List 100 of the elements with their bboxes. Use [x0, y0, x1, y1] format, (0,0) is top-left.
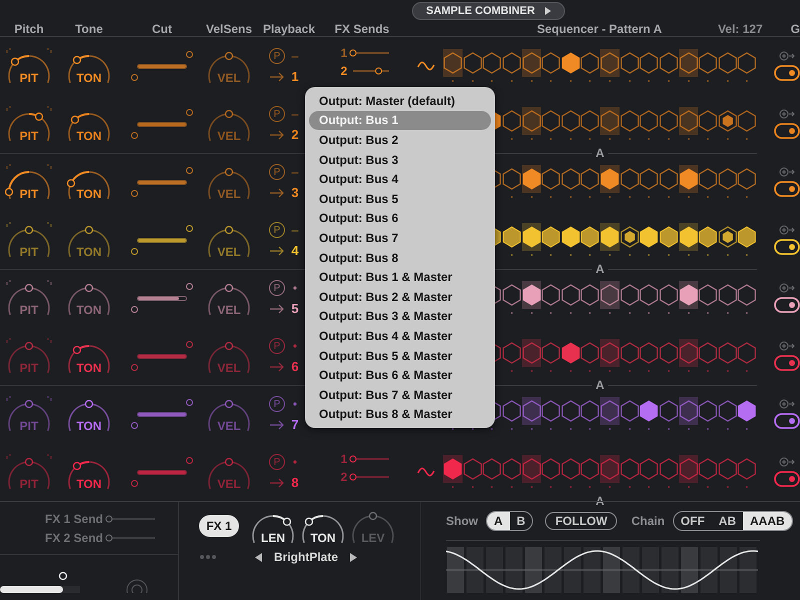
velocity-knob[interactable]: VEL	[205, 278, 253, 318]
tone-knob[interactable]: TON	[65, 104, 113, 144]
show-option[interactable]: A	[487, 512, 510, 530]
mode-indicator: •	[292, 455, 298, 469]
caret-icon	[544, 7, 551, 15]
cut-slider[interactable]	[131, 109, 193, 139]
arrow-icon	[269, 130, 285, 140]
previous-icon[interactable]	[255, 552, 262, 562]
menu-item[interactable]: Output: Bus 4 & Master	[309, 326, 491, 346]
send-slider[interactable]	[349, 454, 390, 464]
arrow-icon	[269, 304, 285, 314]
tone-knob[interactable]: TON	[65, 162, 113, 202]
menu-item[interactable]: Output: Bus 2	[309, 130, 491, 150]
sequencer-title: Sequencer - Pattern A	[537, 22, 662, 36]
menu-item[interactable]: Output: Bus 3 & Master	[309, 306, 491, 326]
cut-slider[interactable]	[131, 225, 193, 255]
target-icon[interactable]	[126, 579, 148, 593]
send-slider[interactable]	[349, 48, 390, 58]
fx-tab[interactable]: FX 1	[199, 515, 239, 537]
menu-item[interactable]: Output: Bus 7	[309, 228, 491, 248]
menu-item[interactable]: Output: Bus 6	[309, 208, 491, 228]
playback-mode-button[interactable]: P	[269, 222, 285, 238]
output-number[interactable]: 7	[291, 417, 299, 432]
arrow-icon	[269, 246, 285, 256]
toggle-switch[interactable]	[774, 181, 800, 197]
menu-item[interactable]: Output: Bus 6 & Master	[309, 365, 491, 385]
output-number[interactable]: 5	[291, 301, 299, 316]
tone-knob[interactable]: TON	[65, 220, 113, 260]
menu-item[interactable]: Output: Bus 5 & Master	[309, 346, 491, 366]
preset-name: BrightPlate	[274, 550, 338, 564]
plus-arrow-icon[interactable]	[779, 109, 795, 119]
send-slider[interactable]	[349, 472, 390, 482]
chain-toggle[interactable]: OFF AB AAAB	[672, 511, 793, 531]
cut-slider[interactable]	[131, 51, 193, 81]
tone-knob[interactable]: TON	[65, 46, 113, 86]
follow-button[interactable]: FOLLOW	[545, 512, 618, 530]
send-label: 1	[340, 452, 348, 466]
arrow-icon	[269, 420, 285, 430]
toggle-switch[interactable]	[774, 413, 800, 429]
cut-slider[interactable]	[131, 399, 193, 429]
fx-send-slider[interactable]	[105, 532, 155, 542]
menu-item[interactable]: Output: Bus 5	[309, 188, 491, 209]
menu-item[interactable]: Output: Bus 3	[309, 150, 491, 170]
plus-arrow-icon[interactable]	[779, 399, 795, 409]
plus-arrow-icon[interactable]	[779, 167, 795, 177]
velocity-knob[interactable]: VEL	[205, 220, 253, 260]
output-number[interactable]: 6	[291, 359, 299, 374]
velocity-readout: Vel: 127	[718, 22, 763, 36]
show-option[interactable]: B	[510, 512, 532, 530]
sample-combiner-button[interactable]: SAMPLE COMBINER	[412, 2, 565, 20]
chain-option[interactable]: OFF	[674, 512, 712, 530]
toggle-switch[interactable]	[774, 297, 800, 313]
output-number[interactable]: 3	[291, 185, 299, 200]
pitch-knob[interactable]: PIT	[5, 46, 53, 86]
menu-item[interactable]: Output: Bus 2 & Master	[309, 286, 491, 307]
toggle-switch[interactable]	[774, 471, 800, 487]
show-toggle[interactable]: A B	[486, 511, 534, 531]
plus-arrow-icon[interactable]	[779, 457, 795, 467]
fx-send-slider[interactable]	[105, 514, 155, 524]
toggle-switch[interactable]	[774, 65, 800, 81]
pitch-knob[interactable]: PIT	[5, 278, 53, 318]
cut-slider[interactable]	[131, 457, 193, 487]
menu-item[interactable]: Output: Bus 8 & Master	[309, 404, 491, 424]
tone-knob[interactable]: TON	[65, 452, 113, 492]
menu-item[interactable]: Output: Bus 4	[309, 169, 491, 189]
output-number[interactable]: 4	[291, 243, 299, 258]
cut-slider[interactable]	[131, 283, 193, 313]
pattern-marker: A	[596, 146, 604, 160]
menu-item[interactable]: Output: Bus 1 & Master	[309, 267, 491, 287]
plus-arrow-icon[interactable]	[779, 51, 795, 61]
wave-icon[interactable]	[417, 61, 435, 71]
cut-slider[interactable]	[131, 341, 193, 371]
menu-item[interactable]: Output: Bus 8	[309, 248, 491, 268]
pitch-knob[interactable]: PIT	[5, 104, 53, 144]
tone-knob[interactable]: TON	[65, 278, 113, 318]
menu-item[interactable]: Output: Master (default)	[309, 91, 491, 111]
mode-indicator: –	[292, 107, 298, 121]
output-number[interactable]: 8	[291, 475, 299, 490]
output-number[interactable]: 2	[291, 127, 299, 142]
chain-option[interactable]: AAAB	[743, 512, 792, 530]
more-icon[interactable]	[199, 554, 217, 560]
wave-icon[interactable]	[417, 467, 435, 477]
tone-knob[interactable]: TON	[65, 394, 113, 434]
fx-knob[interactable]: LEN	[249, 506, 297, 546]
menu-item[interactable]: Output: Bus 7 & Master	[309, 384, 491, 404]
fx-knob[interactable]: TON	[299, 506, 347, 546]
tone-knob[interactable]: TON	[65, 336, 113, 376]
toggle-switch[interactable]	[774, 355, 800, 371]
output-number[interactable]: 1	[291, 69, 299, 84]
plus-arrow-icon[interactable]	[779, 341, 795, 351]
column-header: Pitch	[14, 22, 44, 36]
toggle-switch[interactable]	[774, 123, 800, 139]
playback-mode-button[interactable]: P	[269, 280, 285, 296]
pitch-knob[interactable]: PIT	[5, 162, 53, 202]
toggle-switch[interactable]	[774, 239, 800, 255]
mode-indicator: –	[292, 165, 298, 179]
next-icon[interactable]	[350, 552, 358, 562]
cut-slider[interactable]	[131, 167, 193, 197]
pitch-knob[interactable]: PIT	[5, 220, 53, 260]
chain-option[interactable]: AB	[712, 512, 744, 530]
